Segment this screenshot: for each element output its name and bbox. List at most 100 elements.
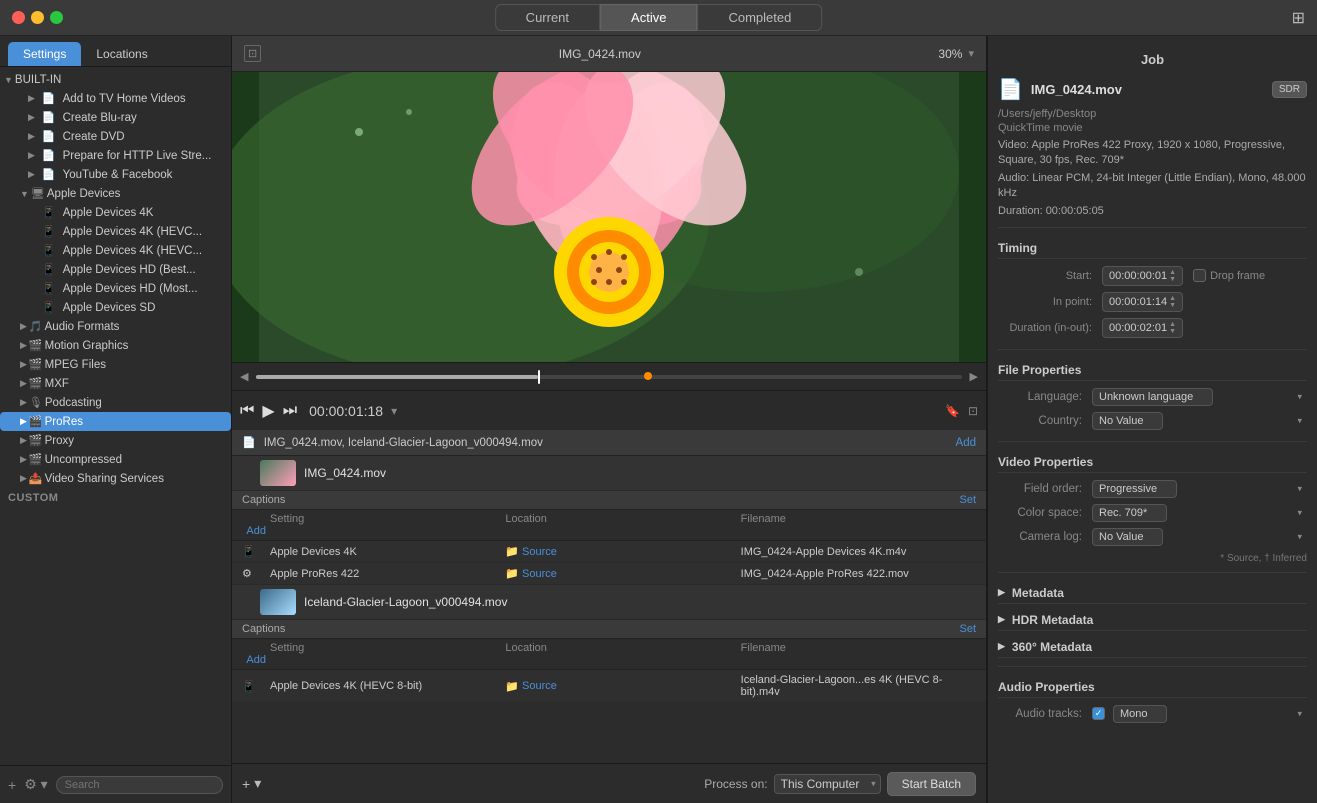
field-order-select[interactable]: Progressive bbox=[1092, 480, 1177, 498]
audio-formats-header[interactable]: ▶ 🎵 Audio Formats bbox=[0, 317, 231, 336]
prores-header[interactable]: ▶ 🎬 ProRes bbox=[0, 412, 231, 431]
outputs-add-link-2[interactable]: Add bbox=[242, 654, 270, 666]
output-filename-2a: Iceland-Glacier-Lagoon...es 4K (HEVC 8-b… bbox=[741, 674, 976, 698]
sidebar-item-apple-hd-most[interactable]: 📱 Apple Devices HD (Most... bbox=[0, 279, 231, 298]
drop-frame-check[interactable] bbox=[1193, 269, 1206, 282]
uncompressed-header[interactable]: ▶ 🎬 Uncompressed bbox=[0, 450, 231, 469]
main-layout: Settings Locations ▼ BUILT-IN ▶ 📄 Add to… bbox=[0, 36, 1317, 803]
language-select[interactable]: Unknown language bbox=[1092, 388, 1213, 406]
duration-value[interactable]: 00:00:02:01 ▲▼ bbox=[1102, 318, 1183, 338]
sidebar-item-tv-home[interactable]: ▶ 📄 Add to TV Home Videos bbox=[0, 89, 231, 108]
minimize-button[interactable] bbox=[31, 11, 44, 24]
job-item-2[interactable]: Iceland-Glacier-Lagoon_v000494.mov bbox=[232, 585, 986, 620]
sidebar-item-dvd[interactable]: ▶ 📄 Create DVD bbox=[0, 127, 231, 146]
chevron-right-icon: ▶ bbox=[28, 131, 35, 142]
job-group-header: 📄 IMG_0424.mov, Iceland-Glacier-Lagoon_v… bbox=[232, 430, 986, 456]
play-pause-button[interactable]: ▶ bbox=[262, 401, 274, 421]
video-sharing-header[interactable]: ▶ 📤 Video Sharing Services bbox=[0, 469, 231, 488]
sidebar-item-apple-4k-hevc1[interactable]: 📱 Apple Devices 4K (HEVC... bbox=[0, 222, 231, 241]
audio-tracks-checkbox[interactable]: ✓ bbox=[1092, 707, 1105, 720]
video-props-header[interactable]: Video Properties bbox=[998, 450, 1307, 473]
sidebar-item-apple-4k-hevc2[interactable]: 📱 Apple Devices 4K (HEVC... bbox=[0, 241, 231, 260]
captions-bar-1: Captions Set bbox=[232, 491, 986, 510]
country-label: Country: bbox=[998, 415, 1088, 427]
sidebar-item-http[interactable]: ▶ 📄 Prepare for HTTP Live Stre... bbox=[0, 146, 231, 165]
skip-back-button[interactable]: ⏮ bbox=[240, 402, 254, 420]
mxf-header[interactable]: ▶ 🎬 MXF bbox=[0, 374, 231, 393]
group-add-link[interactable]: Add bbox=[956, 437, 976, 449]
audio-tracks-select[interactable]: Mono bbox=[1113, 705, 1167, 723]
start-arrows[interactable]: ▲▼ bbox=[1169, 269, 1176, 283]
camera-log-select[interactable]: No Value bbox=[1092, 528, 1163, 546]
add-job-button[interactable]: + ▾ bbox=[242, 775, 261, 792]
tab-current[interactable]: Current bbox=[495, 4, 600, 31]
360-metadata-header[interactable]: ▶ 360° Metadata bbox=[998, 635, 1307, 658]
toolbar-icon[interactable]: ⊞ bbox=[1292, 8, 1305, 28]
video-props-title: Video Properties bbox=[998, 455, 1093, 469]
sidebar-item-bluray[interactable]: ▶ 📄 Create Blu-ray bbox=[0, 108, 231, 127]
file-icon: 📄 bbox=[998, 77, 1023, 102]
skip-forward-button[interactable]: ⏭ bbox=[283, 402, 297, 420]
audio-icon: 🎵 bbox=[29, 320, 43, 333]
chevron-right-icon: ▶ bbox=[20, 454, 27, 465]
timecode-dropdown-icon[interactable]: ▾ bbox=[391, 404, 397, 418]
mpeg-header[interactable]: ▶ 🎬 MPEG Files bbox=[0, 355, 231, 374]
chevron-right-icon: ▶ bbox=[20, 473, 27, 484]
timeline-playhead[interactable] bbox=[538, 370, 540, 384]
sidebar-tab-locations[interactable]: Locations bbox=[81, 42, 162, 66]
output-row-1b[interactable]: ⚙ Apple ProRes 422 📁 Source IMG_0424-App… bbox=[232, 563, 986, 585]
sidebar-item-apple-sd[interactable]: 📱 Apple Devices SD bbox=[0, 298, 231, 317]
sidebar-search-input[interactable] bbox=[56, 776, 223, 794]
timing-section-header[interactable]: Timing bbox=[998, 236, 1307, 259]
sidebar-item-apple-hd-best[interactable]: 📱 Apple Devices HD (Best... bbox=[0, 260, 231, 279]
color-space-select[interactable]: Rec. 709* bbox=[1092, 504, 1167, 522]
job-item-1[interactable]: IMG_0424.mov bbox=[232, 456, 986, 491]
sidebar-label: MPEG Files bbox=[45, 359, 106, 371]
timeline-track[interactable] bbox=[256, 375, 961, 379]
sidebar-item-youtube[interactable]: ▶ 📄 YouTube & Facebook bbox=[0, 165, 231, 184]
add-arrow-icon: ▾ bbox=[254, 775, 261, 792]
col-filename-2: Filename bbox=[741, 642, 976, 654]
hdr-metadata-header[interactable]: ▶ HDR Metadata bbox=[998, 608, 1307, 631]
drop-frame-checkbox[interactable]: Drop frame bbox=[1193, 269, 1265, 282]
start-value[interactable]: 00:00:00:01 ▲▼ bbox=[1102, 266, 1183, 286]
add-setting-button[interactable]: + bbox=[8, 777, 16, 793]
chevron-right-icon: ▶ bbox=[20, 378, 27, 389]
motion-graphics-header[interactable]: ▶ 🎬 Motion Graphics bbox=[0, 336, 231, 355]
audio-props-header[interactable]: Audio Properties bbox=[998, 675, 1307, 698]
phone-icon: 📱 bbox=[42, 263, 56, 276]
folder-icon: 📁 bbox=[505, 545, 519, 558]
duration-arrows[interactable]: ▲▼ bbox=[1169, 321, 1176, 335]
title-tabs: Current Active Completed bbox=[495, 4, 823, 31]
country-select[interactable]: No Value bbox=[1092, 412, 1163, 430]
proxy-header[interactable]: ▶ 🎬 Proxy bbox=[0, 431, 231, 450]
settings-gear-button[interactable]: ⚙ ▾ bbox=[24, 776, 47, 793]
start-batch-button[interactable]: Start Batch bbox=[887, 772, 976, 796]
view-options-icon[interactable]: ⊡ bbox=[968, 404, 978, 418]
captions-set-link-2[interactable]: Set bbox=[959, 623, 976, 635]
tab-active[interactable]: Active bbox=[600, 4, 697, 31]
tab-completed[interactable]: Completed bbox=[697, 4, 822, 31]
job-thumbnail-1 bbox=[260, 460, 296, 486]
bookmark-icon[interactable]: 🔖 bbox=[945, 404, 960, 418]
file-props-header[interactable]: File Properties bbox=[998, 358, 1307, 381]
process-select[interactable]: This Computer bbox=[774, 774, 881, 794]
outputs-add-link-1[interactable]: Add bbox=[242, 525, 270, 537]
file-type: QuickTime movie bbox=[998, 122, 1307, 134]
output-row-2a[interactable]: 📱 Apple Devices 4K (HEVC 8-bit) 📁 Source… bbox=[232, 670, 986, 703]
tv-icon: 📄 bbox=[42, 92, 56, 105]
close-button[interactable] bbox=[12, 11, 25, 24]
podcasting-header[interactable]: ▶ 🎙 Podcasting bbox=[0, 393, 231, 412]
metadata-header[interactable]: ▶ Metadata bbox=[998, 581, 1307, 604]
output-row-1a[interactable]: 📱 Apple Devices 4K 📁 Source IMG_0424-App… bbox=[232, 541, 986, 563]
sidebar-tab-settings[interactable]: Settings bbox=[8, 42, 81, 66]
sidebar-footer: + ⚙ ▾ bbox=[0, 765, 231, 803]
apple-devices-header[interactable]: ▼ 🖥 Apple Devices bbox=[0, 184, 231, 203]
captions-set-link-1[interactable]: Set bbox=[959, 494, 976, 506]
maximize-button[interactable] bbox=[50, 11, 63, 24]
phone-icon: 📱 bbox=[42, 206, 56, 219]
inpoint-arrows[interactable]: ▲▼ bbox=[1169, 295, 1176, 309]
inpoint-value[interactable]: 00:00:01:14 ▲▼ bbox=[1102, 292, 1183, 312]
builtin-section-header[interactable]: ▼ BUILT-IN bbox=[0, 71, 231, 89]
sidebar-item-apple-4k[interactable]: 📱 Apple Devices 4K bbox=[0, 203, 231, 222]
